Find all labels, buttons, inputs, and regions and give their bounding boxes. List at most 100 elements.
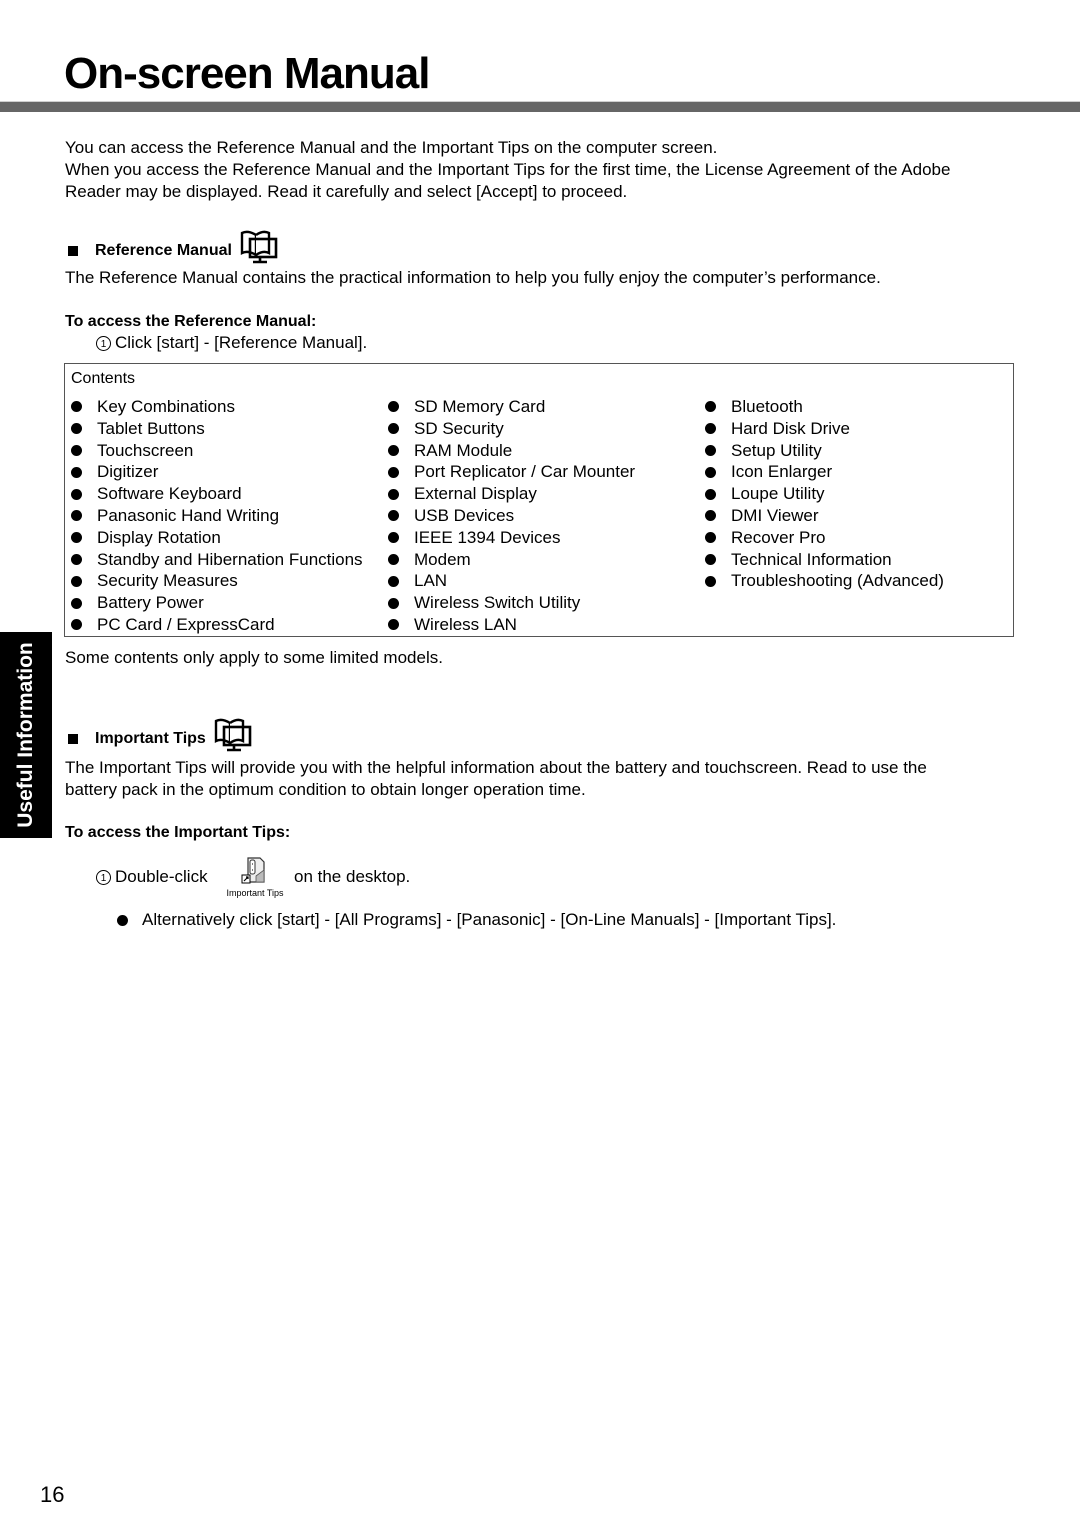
important-tips-heading: Important Tips [68, 717, 254, 760]
bullet-icon [705, 444, 716, 456]
contents-column-3: Bluetooth Hard Disk Drive Setup Utility … [705, 396, 944, 592]
important-tips-step: 1 Double-click [96, 866, 208, 888]
bullet-icon [705, 553, 716, 565]
bullet-icon [705, 423, 716, 435]
bullet-icon [388, 532, 399, 544]
contents-item: Key Combinations [71, 396, 363, 418]
contents-item-text: Touchscreen [97, 440, 194, 460]
contents-item: Tablet Buttons [71, 418, 363, 440]
alternative-instruction-text: Alternatively click [start] - [All Progr… [142, 910, 837, 929]
contents-item: Loupe Utility [705, 483, 944, 505]
contents-item: Modem [388, 549, 635, 571]
step-number-circle: 1 [96, 869, 111, 885]
contents-item-text: Recover Pro [731, 527, 826, 547]
bullet-icon [71, 532, 82, 544]
page-title: On-screen Manual [64, 49, 430, 98]
document-shortcut-icon [241, 857, 265, 884]
contents-item: SD Security [388, 418, 635, 440]
contents-item: Recover Pro [705, 527, 944, 549]
contents-item: LAN [388, 570, 635, 592]
contents-item-text: Port Replicator / Car Mounter [414, 462, 636, 482]
important-tips-desktop-shortcut[interactable]: Important Tips [222, 856, 288, 902]
bullet-icon [71, 466, 82, 478]
bullet-icon [388, 597, 399, 609]
bullet-icon [705, 532, 716, 544]
reference-manual-step-text: Click [start] - [Reference Manual]. [115, 333, 368, 352]
contents-item-text: Hard Disk Drive [731, 418, 851, 438]
bullet-icon [705, 401, 716, 413]
contents-item-text: Troubleshooting (Advanced) [731, 571, 944, 591]
important-tips-heading-text: Important Tips [95, 729, 206, 747]
contents-item-text: Standby and Hibernation Functions [97, 549, 363, 569]
bullet-icon [71, 597, 82, 609]
desktop-icon-caption: Important Tips [226, 888, 284, 898]
important-tips-description-line-1: The Important Tips will provide you with… [65, 758, 927, 777]
contents-item: Security Measures [71, 570, 363, 592]
contents-item-text: Wireless Switch Utility [414, 593, 581, 613]
contents-column-1: Key Combinations Tablet Buttons Touchscr… [71, 396, 363, 636]
contents-item-text: Setup Utility [731, 440, 822, 460]
contents-item-text: Technical Information [731, 549, 892, 569]
bullet-icon [705, 575, 716, 587]
contents-item: Display Rotation [71, 527, 363, 549]
intro-line-3: Reader may be displayed. Read it careful… [65, 182, 628, 201]
contents-item-text: Modem [414, 549, 471, 569]
bullet-icon [388, 510, 399, 522]
contents-item-text: Loupe Utility [731, 484, 825, 504]
contents-item: Battery Power [71, 592, 363, 614]
contents-item-text: Digitizer [97, 462, 159, 482]
contents-item: Panasonic Hand Writing [71, 505, 363, 527]
contents-item-text: Software Keyboard [97, 484, 242, 504]
bullet-icon [388, 488, 399, 500]
contents-item-text: External Display [414, 484, 537, 504]
contents-item: Icon Enlarger [705, 461, 944, 483]
bullet-icon [388, 575, 399, 587]
contents-item: Port Replicator / Car Mounter [388, 461, 635, 483]
contents-note: Some contents only apply to some limited… [65, 648, 443, 667]
bullet-icon [705, 488, 716, 500]
bullet-icon [71, 575, 82, 587]
square-bullet-icon [68, 733, 78, 744]
contents-item: Software Keyboard [71, 483, 363, 505]
contents-item: Technical Information [705, 549, 944, 571]
contents-item: Bluetooth [705, 396, 944, 418]
important-tips-step-prefix: Double-click [115, 867, 208, 886]
contents-item: Hard Disk Drive [705, 418, 944, 440]
contents-item: Wireless Switch Utility [388, 592, 635, 614]
contents-item-text: DMI Viewer [731, 505, 819, 525]
alternative-instruction: Alternatively click [start] - [All Progr… [117, 909, 836, 931]
contents-item-text: PC Card / ExpressCard [97, 614, 275, 634]
contents-item: Touchscreen [71, 440, 363, 462]
side-tab-useful-information: Useful Information [0, 632, 52, 838]
contents-box: Contents Key Combinations Tablet Buttons… [64, 363, 1014, 637]
manual-book-monitor-icon [210, 717, 254, 760]
reference-manual-heading-text: Reference Manual [95, 241, 232, 259]
contents-item-text: Tablet Buttons [97, 418, 205, 438]
bullet-icon [388, 401, 399, 413]
contents-item: RAM Module [388, 440, 635, 462]
contents-item: USB Devices [388, 505, 635, 527]
bullet-icon [71, 401, 82, 413]
manual-book-monitor-icon [236, 229, 280, 272]
contents-item-text: Display Rotation [97, 527, 221, 547]
contents-item-text: Wireless LAN [414, 614, 517, 634]
contents-item: Digitizer [71, 461, 363, 483]
contents-item-text: Key Combinations [97, 397, 235, 416]
reference-manual-step: 1 Click [start] - [Reference Manual]. [96, 332, 367, 354]
bullet-icon [71, 423, 82, 435]
contents-item-text: Icon Enlarger [731, 462, 833, 482]
contents-item: Troubleshooting (Advanced) [705, 570, 944, 592]
contents-item-text: SD Memory Card [414, 397, 546, 416]
bullet-icon [388, 466, 399, 478]
bullet-icon [388, 444, 399, 456]
intro-line-2: When you access the Reference Manual and… [65, 160, 951, 179]
reference-manual-description: The Reference Manual contains the practi… [65, 268, 881, 287]
contents-item-text: IEEE 1394 Devices [414, 527, 561, 547]
contents-column-2: SD Memory Card SD Security RAM Module Po… [388, 396, 635, 636]
bullet-icon [705, 466, 716, 478]
bullet-icon [71, 444, 82, 456]
contents-item: Wireless LAN [388, 614, 635, 636]
contents-item-text: Security Measures [97, 571, 238, 591]
contents-item-text: RAM Module [414, 440, 513, 460]
contents-item: PC Card / ExpressCard [71, 614, 363, 636]
